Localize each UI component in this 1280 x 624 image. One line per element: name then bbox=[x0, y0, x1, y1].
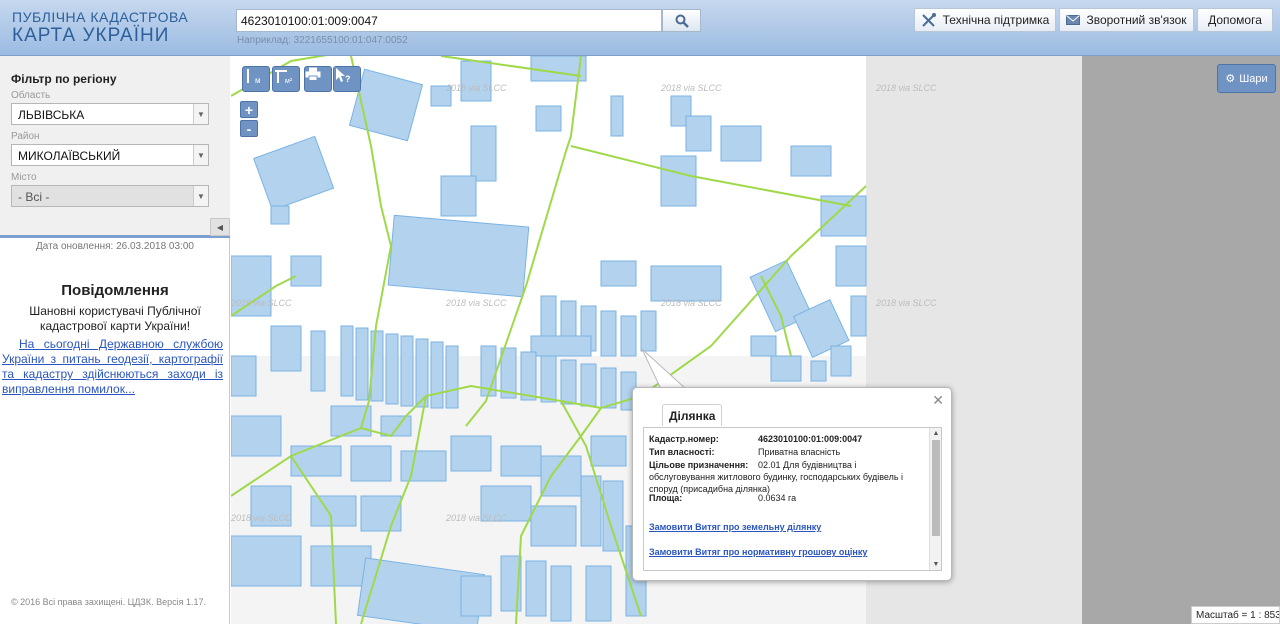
watermark-text: 2018 via SLCC bbox=[660, 298, 722, 308]
parcel-popup: ✕ Ділянка Кадастр.номер: 4623010100:01:0… bbox=[632, 387, 952, 581]
popup-scrollbar[interactable]: ▲ ▼ bbox=[929, 428, 941, 570]
svg-text:?: ? bbox=[345, 74, 351, 83]
field-key: Кадастр.номер: bbox=[649, 434, 719, 444]
search-icon bbox=[675, 14, 689, 28]
rayon-select[interactable]: МИКОЛАЇВСЬКИЙ ▼ bbox=[11, 144, 209, 166]
collapse-panel-button[interactable]: ◀ bbox=[210, 218, 230, 236]
chevron-left-icon: ◀ bbox=[216, 222, 224, 232]
watermark-text: 2018 via SLCC bbox=[445, 513, 507, 523]
scale-indicator: Масштаб = 1 : 8531 bbox=[1191, 606, 1280, 624]
popup-pointer bbox=[641, 349, 688, 390]
oblast-value: ЛЬВІВСЬКА bbox=[18, 108, 85, 122]
misto-select[interactable]: - Всі - ▼ bbox=[11, 185, 209, 207]
order-extract-link[interactable]: Замовити Витяг про земельну ділянку bbox=[649, 522, 821, 532]
watermark-text: 2018 via SLCC bbox=[445, 298, 507, 308]
help-label: Допомога bbox=[1208, 13, 1262, 27]
area-ruler-icon: м² bbox=[275, 70, 293, 85]
help-button[interactable]: Допомога bbox=[1197, 8, 1273, 32]
logo-line1: ПУБЛІЧНА КАДАСТРОВА bbox=[12, 9, 189, 25]
support-button[interactable]: Технічна підтримка bbox=[914, 8, 1056, 32]
news-link[interactable]: На сьогодні Державною службою України з … bbox=[2, 337, 223, 397]
update-date: Дата оновлення: 26.03.2018 03:00 bbox=[36, 241, 194, 252]
site-logo[interactable]: ПУБЛІЧНА КАДАСТРОВА КАРТА УКРАЇНИ bbox=[12, 10, 188, 45]
scroll-up-icon[interactable]: ▲ bbox=[930, 428, 941, 439]
watermark-text: 2018 via SLCC bbox=[875, 83, 937, 93]
identify-button[interactable]: ? bbox=[333, 66, 361, 92]
news-title: Повідомлення bbox=[61, 282, 169, 299]
chevron-down-icon: ▼ bbox=[193, 145, 208, 165]
close-icon[interactable]: ✕ bbox=[932, 392, 944, 409]
field-key: Тип власності: bbox=[649, 447, 715, 457]
news-greeting: Шановні користувачі Публічної кадастрово… bbox=[29, 304, 201, 333]
oblast-label: Область bbox=[11, 90, 51, 101]
chevron-down-icon: ▼ bbox=[193, 104, 208, 124]
scroll-thumb[interactable] bbox=[932, 440, 940, 536]
envelope-icon bbox=[1066, 15, 1081, 25]
layers-button[interactable]: ⚙ Шари bbox=[1217, 64, 1276, 93]
field-key: Цільове призначення: bbox=[649, 460, 749, 470]
cursor-question-icon: ? bbox=[336, 68, 351, 83]
left-panel: Фільтр по регіону Область ЛЬВІВСЬКА ▼ Ра… bbox=[0, 56, 230, 624]
search-button[interactable] bbox=[662, 9, 701, 32]
watermark-text: 2018 via SLCC bbox=[231, 513, 292, 523]
field-value: 4623010100:01:009:0047 bbox=[758, 434, 863, 444]
measure-area-button[interactable]: м² bbox=[272, 66, 300, 92]
field-value: Приватна власність bbox=[758, 447, 841, 457]
printer-icon bbox=[305, 67, 321, 81]
feedback-label: Зворотний зв'язок bbox=[1086, 13, 1187, 27]
misto-value: - Всі - bbox=[18, 190, 50, 204]
rayon-value: МИКОЛАЇВСЬКИЙ bbox=[18, 149, 121, 163]
rayon-label: Район bbox=[11, 131, 40, 142]
ruler-icon: м bbox=[247, 69, 261, 85]
tools-icon bbox=[921, 13, 936, 27]
measure-area-unit: м² bbox=[285, 78, 293, 85]
filter-title: Фільтр по регіону bbox=[11, 72, 117, 86]
popup-content: Кадастр.номер: 4623010100:01:009:0047 Ти… bbox=[643, 427, 942, 571]
field-key: Площа: bbox=[649, 493, 683, 503]
support-label: Технічна підтримка bbox=[942, 13, 1050, 27]
zoom-in-button[interactable]: + bbox=[240, 101, 258, 118]
watermark-text: 2018 via SLCC bbox=[875, 298, 937, 308]
search-example: Наприклад: 3221655100:01:047:0052 bbox=[237, 35, 408, 46]
logo-line2: КАРТА УКРАЇНИ bbox=[12, 25, 170, 46]
oblast-select[interactable]: ЛЬВІВСЬКА ▼ bbox=[11, 103, 209, 125]
measure-length-unit: м bbox=[255, 76, 261, 85]
watermark-text: 2018 via SLCC bbox=[445, 83, 507, 93]
print-button[interactable] bbox=[304, 66, 332, 92]
watermark-text: 2018 via SLCC bbox=[660, 83, 722, 93]
gear-icon: ⚙ bbox=[1225, 73, 1236, 85]
measure-length-button[interactable]: м bbox=[242, 66, 270, 92]
order-valuation-link[interactable]: Замовити Витяг про нормативну грошову оц… bbox=[649, 547, 867, 557]
watermark-text: 2018 via SLCC bbox=[231, 298, 292, 308]
scroll-down-icon[interactable]: ▼ bbox=[930, 559, 941, 570]
chevron-down-icon: ▼ bbox=[193, 186, 208, 206]
field-purpose: Цільове призначення: 02.01 Для будівницт… bbox=[649, 459, 931, 495]
layers-label: Шари bbox=[1239, 72, 1268, 85]
header: ПУБЛІЧНА КАДАСТРОВА КАРТА УКРАЇНИ Наприк… bbox=[0, 0, 1280, 56]
feedback-button[interactable]: Зворотний зв'язок bbox=[1059, 8, 1194, 32]
search-input[interactable] bbox=[236, 9, 662, 32]
region-filter: Фільтр по регіону Область ЛЬВІВСЬКА ▼ Ра… bbox=[0, 56, 230, 238]
tab-parcel[interactable]: Ділянка bbox=[662, 404, 723, 426]
zoom-out-button[interactable]: - bbox=[240, 120, 258, 137]
misto-label: Місто bbox=[11, 172, 37, 183]
map-empty-area bbox=[1082, 56, 1280, 624]
copyright: © 2016 Всі права захищені. ЦДЗК. Версія … bbox=[11, 597, 207, 607]
field-value: 0.0634 га bbox=[758, 493, 797, 503]
